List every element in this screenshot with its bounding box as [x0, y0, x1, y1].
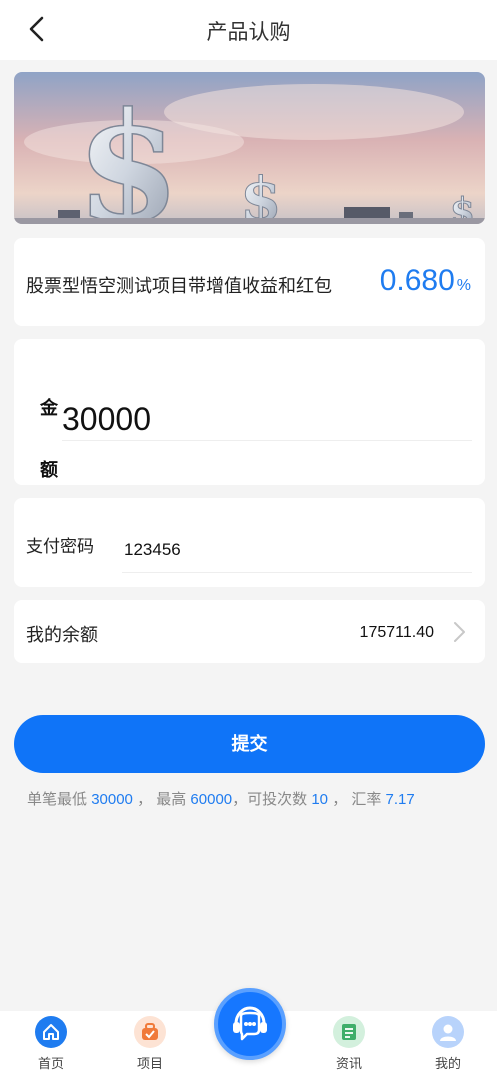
rate-unit: %	[456, 277, 471, 294]
project-icon	[134, 1016, 166, 1048]
tab-me[interactable]: 我的	[408, 1011, 488, 1072]
amount-input[interactable]	[62, 399, 472, 441]
customer-service-button[interactable]	[214, 988, 286, 1060]
tab-home-label: 首页	[37, 1056, 64, 1071]
svg-text:$: $	[76, 80, 180, 224]
product-card: 股票型悟空测试项目带增值收益和红包 0.680%	[14, 238, 485, 326]
amount-label: 金额	[40, 398, 58, 480]
password-input[interactable]	[122, 528, 472, 573]
amount-card: 金额	[14, 339, 485, 485]
max-value: 60000	[190, 791, 233, 808]
top-bar: 产品认购	[0, 0, 497, 60]
user-icon	[432, 1016, 464, 1048]
max-prefix: ， 最高	[137, 791, 187, 808]
min-value: 30000	[91, 791, 133, 808]
promo-banner: $ $ $	[14, 72, 485, 224]
times-prefix: ，可投次数	[232, 791, 308, 808]
investment-limits: 单笔最低 30000 ， 最高 60000，可投次数 10 ， 汇率 7.17	[27, 788, 415, 809]
password-label: 支付密码	[26, 537, 94, 556]
chevron-right-icon	[454, 622, 465, 642]
exchange-rate-value: 7.17	[385, 791, 415, 808]
balance-row[interactable]: 我的余额 175711.40	[14, 600, 485, 663]
tab-project[interactable]: 项目	[110, 1011, 190, 1072]
min-prefix: 单笔最低	[27, 791, 88, 808]
tab-me-label: 我的	[434, 1056, 461, 1071]
svg-text:$: $	[240, 165, 282, 224]
customer-service-icon	[233, 1006, 267, 1041]
product-name: 股票型悟空测试项目带增值收益和红包	[26, 276, 332, 296]
times-value: 10	[311, 791, 329, 808]
password-card: 支付密码	[14, 498, 485, 587]
tab-news-label: 资讯	[335, 1056, 362, 1071]
page-title: 产品认购	[206, 21, 291, 44]
rate-prefix: ， 汇率	[332, 791, 382, 808]
tab-project-label: 项目	[136, 1056, 163, 1071]
rate-value: 0.680	[379, 264, 455, 297]
balance-label: 我的余额	[26, 625, 98, 645]
tab-home[interactable]: 首页	[11, 1011, 91, 1072]
product-rate: 0.680%	[380, 264, 471, 298]
news-icon	[333, 1016, 365, 1048]
home-icon	[35, 1016, 67, 1048]
balance-value: 175711.40	[359, 624, 434, 641]
submit-button[interactable]: 提交	[14, 715, 485, 773]
tab-news[interactable]: 资讯	[309, 1011, 389, 1072]
